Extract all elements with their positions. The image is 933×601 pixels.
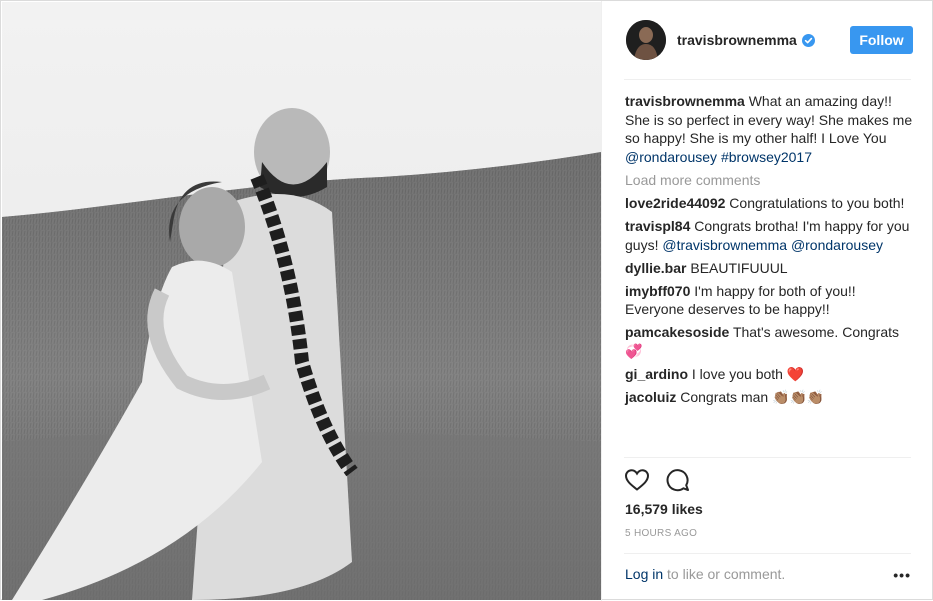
comment-text: BEAUTIFUUUL: [690, 259, 788, 276]
login-text: to like or comment.: [663, 566, 786, 582]
comment-text: Congratulations to you both!: [729, 195, 905, 211]
comment-mention[interactable]: @travisbrownemma: [662, 237, 787, 253]
post-username[interactable]: travisbrownemma: [677, 32, 797, 48]
comment-username[interactable]: jacoluiz: [625, 389, 676, 405]
comment-item: gi_ardino I love you both ❤️: [625, 365, 915, 384]
post-header: travisbrownemma Follow: [602, 1, 933, 79]
header-divider: [624, 79, 911, 80]
comment-username[interactable]: travispl84: [625, 218, 690, 234]
comment-username[interactable]: gi_ardino: [625, 366, 688, 382]
caption-mention[interactable]: @rondarousey: [625, 149, 717, 165]
comment-icon[interactable]: [666, 468, 690, 492]
more-options-icon[interactable]: •••: [893, 567, 911, 583]
heart-icon[interactable]: [624, 468, 650, 492]
comment-item: imybff070 I'm happy for both of you!! Ev…: [625, 282, 915, 319]
post-photo[interactable]: [2, 2, 601, 600]
comment-item: travispl84 Congrats brotha! I'm happy fo…: [625, 217, 915, 254]
comment-list: travisbrownemma What an amazing day!! Sh…: [625, 92, 915, 411]
instagram-post: travisbrownemma Follow travisbrownemma W…: [0, 0, 933, 601]
verified-badge-icon: [801, 33, 815, 47]
post-sidebar: travisbrownemma Follow travisbrownemma W…: [601, 1, 933, 601]
like-count[interactable]: 16,579 likes: [625, 501, 703, 517]
comment-username[interactable]: love2ride44092: [625, 195, 725, 211]
post-timestamp[interactable]: 5 HOURS AGO: [625, 528, 697, 539]
comment-username[interactable]: dyllie.bar: [625, 260, 686, 276]
caption: travisbrownemma What an amazing day!! Sh…: [625, 92, 915, 166]
comment-username[interactable]: pamcakesoside: [625, 324, 729, 340]
comment-text: Congrats man 👏🏽👏🏽👏🏽: [680, 388, 825, 405]
caption-hashtag[interactable]: #browsey2017: [721, 149, 812, 165]
actions-divider: [624, 457, 911, 458]
comment-mention[interactable]: @rondarousey: [791, 237, 883, 253]
follow-button[interactable]: Follow: [850, 26, 913, 54]
comment-item: dyllie.bar BEAUTIFUUUL: [625, 259, 915, 278]
login-divider: [624, 553, 911, 554]
avatar-image: [626, 20, 666, 60]
comment-username[interactable]: imybff070: [625, 283, 690, 299]
avatar[interactable]: [626, 20, 666, 60]
comment-item: jacoluiz Congrats man 👏🏽👏🏽👏🏽: [625, 388, 915, 407]
wedding-photo-image: [2, 2, 601, 600]
login-link[interactable]: Log in: [625, 566, 663, 582]
load-more-comments-link[interactable]: Load more comments: [625, 171, 915, 190]
caption-username[interactable]: travisbrownemma: [625, 93, 745, 109]
login-prompt: Log in to like or comment.: [625, 566, 785, 582]
comment-item: pamcakesoside That's awesome. Congrats 💞: [625, 323, 915, 360]
comment-text: I love you both ❤️: [691, 365, 805, 382]
comment-item: love2ride44092 Congratulations to you bo…: [625, 194, 915, 213]
action-bar: [624, 468, 690, 492]
